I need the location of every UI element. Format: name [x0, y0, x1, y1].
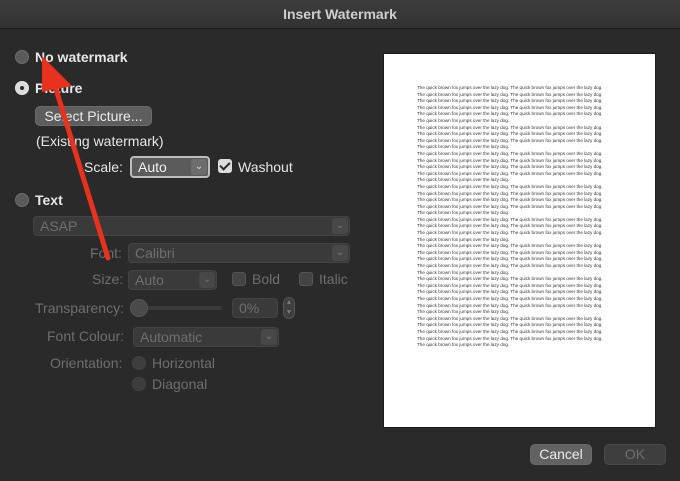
annotation-arrow-icon — [42, 56, 111, 261]
